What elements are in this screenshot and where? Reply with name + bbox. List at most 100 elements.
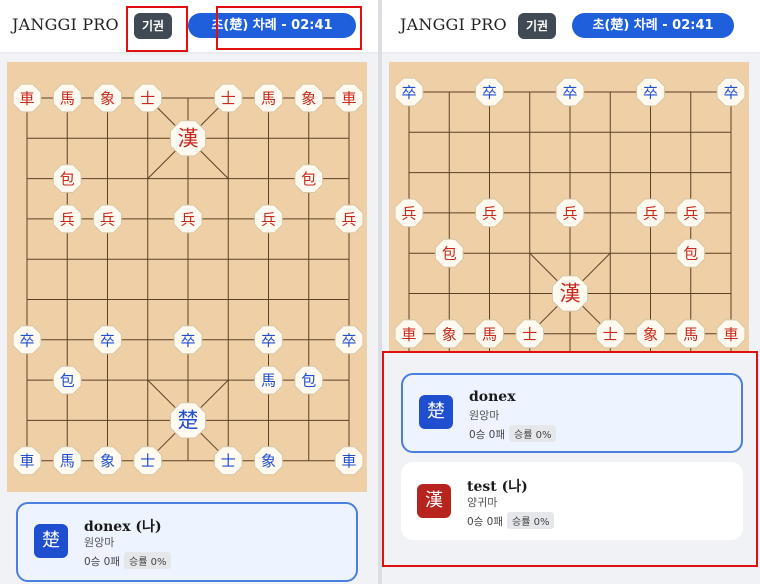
piece-glyph: 車 [341, 90, 356, 108]
piece-glyph: 士 [522, 325, 537, 343]
piece-glyph: 馬 [60, 452, 75, 470]
janggi-board[interactable]: 卒 卒 卒 卒 卒兵 兵 兵 兵 兵包 包漢車 象 馬 士 士 象 馬 車 [389, 62, 749, 352]
han-piece[interactable]: 馬 [676, 319, 706, 349]
han-piece[interactable]: 士 [515, 319, 545, 349]
cho-piece[interactable]: 卒 [173, 325, 203, 355]
han-piece[interactable]: 兵 [475, 198, 504, 228]
turn-timer-badge: 초(楚) 차례 - 02:41 [188, 13, 356, 38]
cho-piece[interactable]: 象 [254, 446, 283, 476]
cho-piece[interactable]: 楚 [169, 402, 207, 439]
piece-glyph: 象 [100, 90, 115, 108]
win-rate-badge: 승률 0% [509, 425, 557, 442]
han-piece[interactable]: 車 [716, 319, 746, 349]
piece-glyph: 兵 [180, 210, 195, 228]
cho-piece[interactable]: 卒 [555, 77, 585, 107]
piece-glyph: 卒 [261, 331, 276, 349]
app-title: JANGGI PRO [12, 15, 119, 34]
cho-piece[interactable]: 士 [133, 446, 163, 476]
give-up-button[interactable]: 기권 [134, 13, 172, 39]
han-piece[interactable]: 象 [93, 83, 122, 113]
cho-piece[interactable]: 車 [334, 446, 364, 476]
cho-piece[interactable]: 卒 [334, 325, 364, 355]
piece-glyph: 車 [401, 325, 416, 343]
piece-glyph: 兵 [482, 204, 497, 222]
piece-glyph: 兵 [60, 210, 75, 228]
cho-piece[interactable]: 馬 [254, 365, 283, 395]
han-piece[interactable]: 象 [294, 83, 324, 113]
piece-glyph: 車 [341, 452, 356, 470]
player-card-opponent: 楚 donex 원앙마 0승 0패 승률 0% [401, 373, 743, 453]
player-record: 0승 0패 [469, 429, 506, 441]
han-piece[interactable]: 兵 [676, 198, 706, 228]
piece-glyph: 象 [261, 452, 276, 470]
cho-piece[interactable]: 卒 [394, 77, 424, 107]
cho-piece[interactable]: 卒 [12, 325, 42, 355]
piece-glyph: 包 [60, 372, 75, 390]
cho-piece[interactable]: 卒 [254, 325, 283, 355]
han-piece[interactable]: 兵 [394, 198, 424, 228]
piece-glyph: 士 [140, 452, 155, 470]
piece-glyph: 兵 [643, 204, 658, 222]
han-piece[interactable]: 車 [12, 83, 42, 113]
han-piece[interactable]: 包 [434, 238, 464, 268]
cho-piece[interactable]: 卒 [475, 77, 504, 107]
piece-glyph: 包 [60, 170, 75, 188]
cho-piece[interactable]: 車 [12, 446, 42, 476]
piece-glyph: 士 [603, 325, 618, 343]
cho-piece[interactable]: 象 [93, 446, 122, 476]
piece-glyph: 士 [140, 90, 155, 108]
han-piece[interactable]: 兵 [52, 204, 82, 234]
piece-glyph: 包 [301, 170, 316, 188]
han-piece[interactable]: 馬 [254, 83, 283, 113]
han-piece[interactable]: 漢 [169, 120, 207, 157]
han-piece[interactable]: 兵 [254, 204, 283, 234]
player-setup: 원앙마 [84, 536, 115, 549]
han-piece[interactable]: 包 [294, 164, 324, 193]
han-piece[interactable]: 兵 [334, 204, 364, 234]
piece-glyph: 士 [221, 452, 236, 470]
han-piece[interactable]: 兵 [173, 204, 203, 234]
cho-piece[interactable]: 卒 [93, 325, 122, 355]
cho-piece[interactable]: 卒 [636, 77, 665, 107]
han-piece[interactable]: 包 [676, 238, 706, 268]
han-piece[interactable]: 馬 [52, 83, 82, 113]
give-up-button[interactable]: 기권 [518, 13, 556, 39]
han-piece[interactable]: 車 [394, 319, 424, 349]
han-piece[interactable]: 兵 [93, 204, 122, 234]
han-piece[interactable]: 車 [334, 83, 364, 113]
piece-glyph: 包 [301, 372, 316, 390]
han-side-badge: 漢 [417, 484, 451, 518]
han-piece[interactable]: 漢 [551, 275, 589, 312]
piece-glyph: 象 [643, 325, 658, 343]
cho-piece[interactable]: 包 [52, 365, 82, 395]
han-piece[interactable]: 象 [636, 319, 665, 349]
han-piece[interactable]: 士 [595, 319, 625, 349]
han-piece[interactable]: 馬 [475, 319, 504, 349]
board-svg[interactable]: 卒 卒 卒 卒 卒兵 兵 兵 兵 兵包 包漢車 象 馬 士 士 象 馬 車 [389, 62, 749, 352]
cho-piece[interactable]: 卒 [716, 77, 746, 107]
header-bar: JANGGI PRO 기권 초(楚) 차례 - 02:41 [382, 0, 760, 52]
cho-side-badge: 楚 [419, 395, 453, 429]
han-piece[interactable]: 兵 [636, 198, 665, 228]
piece-glyph: 卒 [180, 331, 195, 349]
han-piece[interactable]: 士 [213, 83, 243, 113]
han-piece[interactable]: 兵 [555, 198, 585, 228]
han-piece[interactable]: 士 [133, 83, 163, 113]
janggi-board[interactable]: 車馬象士士馬象車漢包包兵兵兵兵兵卒卒卒卒卒包馬包楚車馬象士士象車 [7, 62, 367, 492]
piece-glyph: 馬 [482, 325, 497, 343]
board-svg[interactable]: 車馬象士士馬象車漢包 包兵兵兵兵兵卒卒卒卒卒包馬包楚車馬象士士象車 [7, 62, 367, 492]
piece-glyph: 卒 [562, 84, 577, 102]
piece-glyph: 士 [221, 90, 236, 108]
han-piece[interactable]: 象 [434, 319, 464, 349]
piece-glyph: 車 [19, 452, 34, 470]
cho-piece[interactable]: 包 [294, 365, 324, 395]
player-card-me: 漢 test (나) 양귀마 0승 0패 승률 0% [401, 462, 743, 540]
piece-glyph: 兵 [261, 210, 276, 228]
cho-piece[interactable]: 士 [213, 446, 243, 476]
han-piece[interactable]: 包 [52, 164, 82, 193]
piece-glyph: 卒 [482, 84, 497, 102]
cho-piece[interactable]: 馬 [52, 446, 82, 476]
right-game-view: JANGGI PRO 기권 초(楚) 차례 - 02:41 卒 卒 卒 卒 卒兵 兵 兵 兵 兵… [382, 0, 760, 584]
piece-glyph: 卒 [723, 84, 738, 102]
left-game-view: JANGGI PRO 기권 초(楚) 차례 - 02:41 車馬象士士馬象車漢包… [0, 0, 378, 584]
